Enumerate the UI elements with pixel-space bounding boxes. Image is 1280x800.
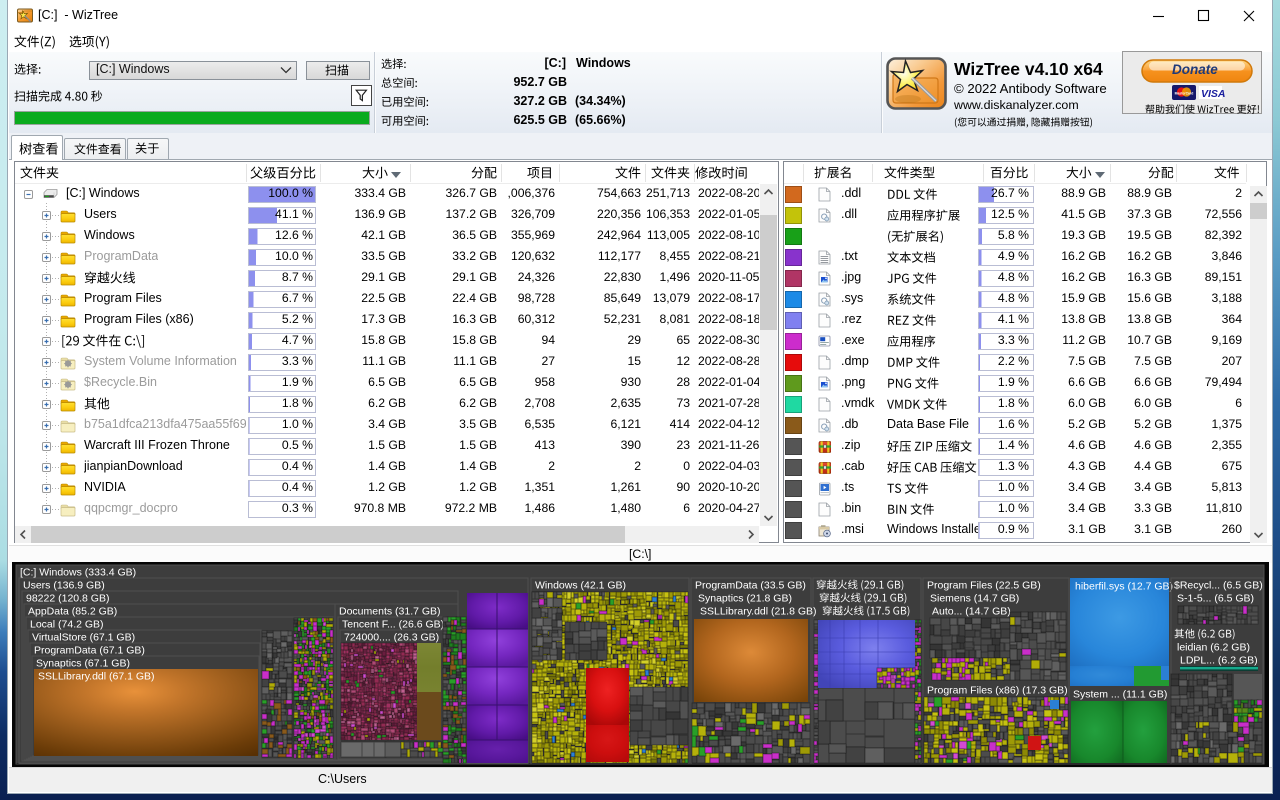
svg-text:hiberfil.sys (12.7 GB): hiberfil.sys (12.7 GB) [1075,581,1173,593]
svg-text:724000.... (26.3 GB): 724000.... (26.3 GB) [344,632,439,644]
svg-text:MasterCard: MasterCard [1175,91,1194,95]
svg-text:VirtualStore (67.1 GB): VirtualStore (67.1 GB) [32,632,135,644]
svg-text:LDPL... (6.2 GB): LDPL... (6.2 GB) [1180,655,1258,667]
svg-text:ProgramData (33.5 GB): ProgramData (33.5 GB) [695,580,806,592]
svg-text:Documents (31.7 GB): Documents (31.7 GB) [339,606,441,618]
svg-text:SSLLibrary.ddl (67.1 GB): SSLLibrary.ddl (67.1 GB) [38,671,155,683]
svg-text:Synaptics (67.1 GB): Synaptics (67.1 GB) [36,658,130,670]
svg-text:Siemens (14.7 GB): Siemens (14.7 GB) [930,593,1019,605]
svg-text:Program Files (22.5 GB): Program Files (22.5 GB) [927,580,1041,592]
svg-text:AppData (85.2 GB): AppData (85.2 GB) [28,606,117,618]
svg-text:leidian (6.2 GB): leidian (6.2 GB) [1177,642,1250,654]
svg-text:[C:] Windows (333.4 GB): [C:] Windows (333.4 GB) [20,567,136,579]
svg-text:Program Files (x86) (17.3 GB): Program Files (x86) (17.3 GB) [927,685,1068,697]
svg-text:ProgramData (67.1 GB): ProgramData (67.1 GB) [34,645,145,657]
svg-text:Users (136.9 GB): Users (136.9 GB) [23,580,105,592]
svg-text:Windows (42.1 GB): Windows (42.1 GB) [535,580,626,592]
svg-text:Local (74.2 GB): Local (74.2 GB) [30,619,104,631]
svg-text:S-1-5... (6.5 GB): S-1-5... (6.5 GB) [1177,593,1254,605]
svg-text:$Recycl... (6.5 GB): $Recycl... (6.5 GB) [1174,580,1263,592]
svg-text:98222 (120.8 GB): 98222 (120.8 GB) [26,593,109,605]
svg-text:Tencent F... (26.6 GB): Tencent F... (26.6 GB) [342,619,444,631]
svg-text:System ... (11.1 GB): System ... (11.1 GB) [1073,689,1167,701]
svg-text:Auto... (14.7 GB): Auto... (14.7 GB) [932,606,1011,618]
svg-text:SSLLibrary.ddl (21.8 GB): SSLLibrary.ddl (21.8 GB) [700,606,817,618]
svg-text:Synaptics (21.8 GB): Synaptics (21.8 GB) [698,593,792,605]
